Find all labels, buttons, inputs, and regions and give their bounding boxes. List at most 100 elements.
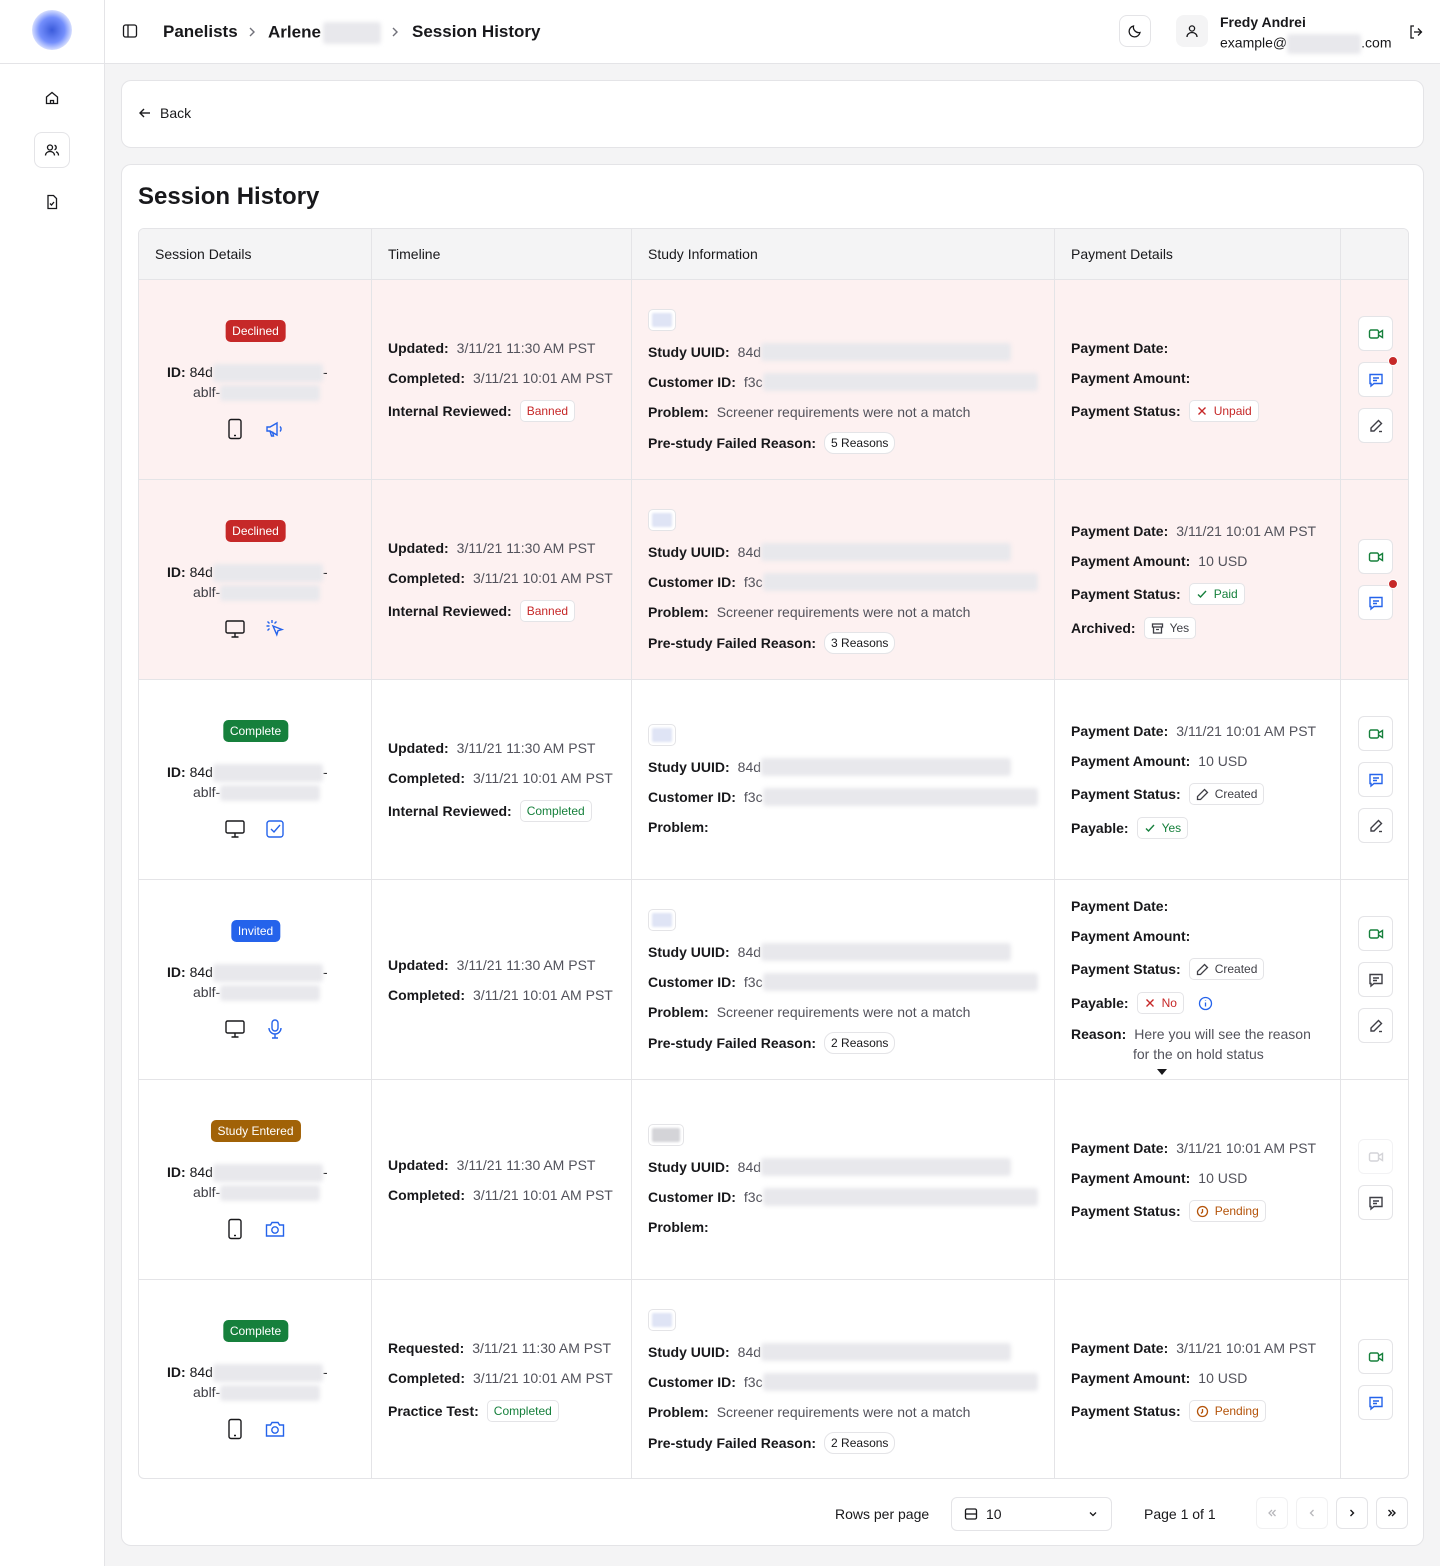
video-button[interactable] [1358, 539, 1393, 574]
updated-label: Updated: [388, 1157, 449, 1173]
completed-value: 3/11/21 10:01 AM PST [473, 370, 613, 386]
breadcrumb-panelists[interactable]: Panelists [163, 22, 238, 42]
redacted-id [212, 964, 323, 983]
last-page-button[interactable] [1376, 1497, 1408, 1529]
customer-id-prefix: f3c [743, 789, 763, 805]
session-id-line2: ablf- [193, 782, 321, 802]
nav-panelists[interactable] [34, 132, 70, 168]
avatar[interactable] [1176, 15, 1208, 47]
edit-icon [1369, 419, 1382, 432]
payment-date-line: Payment Date: 3/11/21 10:01 AM PST [1071, 521, 1316, 541]
study-uuid-prefix: 84d [737, 1159, 762, 1175]
session-id: ID: 84d - [167, 562, 328, 583]
study-information-cell: Study UUID: 84d Customer ID: f3c Problem: S… [632, 880, 1055, 1080]
archive-icon [1151, 622, 1163, 634]
video-button[interactable] [1358, 316, 1393, 351]
session-id-prefix: 84d [189, 764, 213, 780]
study-uuid-label: Study UUID: [648, 944, 730, 960]
session-id-label: ID: [167, 1364, 186, 1380]
reasons-badge[interactable]: 2 Reasons [824, 1432, 896, 1454]
session-history-card: Session History Session Details Timeline… [121, 164, 1424, 1546]
x-icon [1197, 407, 1206, 415]
study-information-cell: Study UUID: 84d Customer ID: f3c Problem: S… [632, 480, 1055, 680]
app-logo[interactable] [32, 10, 72, 50]
edit-payment-button[interactable] [1358, 1008, 1393, 1043]
problem-line: Problem: [648, 1217, 717, 1237]
payment-status-badge: Created [1188, 958, 1265, 980]
customer-id-label: Customer ID: [648, 574, 736, 590]
rows-per-page-select[interactable]: 10 [951, 1497, 1112, 1531]
video-button[interactable] [1358, 1139, 1393, 1174]
reasons-badge[interactable]: 5 Reasons [824, 432, 896, 454]
study-uuid-label: Study UUID: [648, 544, 730, 560]
caret-down-icon[interactable] [1157, 1069, 1167, 1075]
payment-status-badge: Pending [1188, 1200, 1266, 1222]
timeline-cell: Requested: 3/11/21 11:30 AM PST Completed… [372, 1280, 632, 1478]
payment-amount-value: 10 USD [1198, 753, 1248, 769]
message-button[interactable] [1358, 762, 1393, 797]
customer-id-line: Customer ID: f3c [648, 787, 1038, 807]
user-email-prefix: example@ [1220, 34, 1288, 51]
video-button[interactable] [1358, 916, 1393, 951]
problem-line: Problem: [648, 817, 717, 837]
status-badge: Declined [225, 520, 286, 542]
payment-status-value: Created [1214, 962, 1258, 976]
status-badge: Complete [222, 1320, 289, 1342]
customer-id-line: Customer ID: f3c [648, 372, 1038, 392]
chevron-right-icon [392, 27, 398, 37]
study-uuid-line: Study UUID: 84d [648, 1157, 1012, 1177]
rows-per-page-value: 10 [986, 1506, 1002, 1522]
payment-amount-line: Payment Amount: 10 USD [1071, 551, 1247, 571]
message-button[interactable] [1358, 362, 1393, 397]
info-icon[interactable] [1198, 996, 1213, 1011]
mobile-icon [226, 418, 244, 443]
back-button[interactable]: Back [138, 105, 191, 121]
back-label: Back [160, 105, 192, 121]
payment-amount-label: Payment Amount: [1071, 553, 1191, 569]
sidebar-toggle-button[interactable] [121, 22, 139, 43]
reasons-badge[interactable]: 2 Reasons [824, 1032, 896, 1054]
problem-value: Screener requirements were not a match [716, 404, 971, 420]
session-id-suffix: ablf- [193, 984, 221, 1000]
completed-value: 3/11/21 10:01 AM PST [473, 987, 613, 1003]
payment-status-value: Created [1214, 787, 1258, 801]
problem-value: Screener requirements were not a match [716, 1004, 971, 1020]
table-row: Complete ID: 84d - ablf- Requested: 3/11/2… [139, 1280, 1408, 1478]
first-page-button[interactable] [1256, 1497, 1288, 1529]
payable-value: No [1161, 996, 1177, 1010]
checkbox-icon [264, 818, 286, 843]
status-badge: Declined [225, 320, 286, 342]
message-button[interactable] [1358, 1385, 1393, 1420]
next-page-button[interactable] [1336, 1497, 1368, 1529]
redacted-customer-id [762, 1188, 1038, 1206]
session-details-cell: Declined ID: 84d - ablf- [139, 280, 372, 480]
session-id-label: ID: [167, 564, 186, 580]
message-button[interactable] [1358, 1185, 1393, 1220]
session-id-suffix: ablf- [193, 584, 221, 600]
redacted-id [220, 1185, 321, 1202]
updated-line: Updated: 3/11/21 11:30 AM PST [388, 738, 595, 758]
actions-cell [1341, 680, 1408, 880]
message-button[interactable] [1358, 962, 1393, 997]
microphone-icon [264, 1018, 286, 1043]
previous-page-button[interactable] [1296, 1497, 1328, 1529]
video-button[interactable] [1358, 716, 1393, 751]
mobile-icon [226, 1218, 244, 1243]
payment-status-badge: Unpaid [1188, 400, 1259, 422]
edit-payment-button[interactable] [1358, 408, 1393, 443]
chevrons-right-icon [1388, 1509, 1396, 1517]
session-id-line2: ablf- [193, 382, 321, 402]
nav-home[interactable] [34, 80, 70, 116]
reasons-badge[interactable]: 3 Reasons [824, 632, 896, 654]
internal-reviewed-line: Internal Reviewed: Completed [388, 800, 592, 822]
video-button[interactable] [1358, 1339, 1393, 1374]
nav-documents[interactable] [34, 184, 70, 220]
message-button[interactable] [1358, 585, 1393, 620]
edit-payment-button[interactable] [1358, 808, 1393, 843]
logout-button[interactable] [1407, 23, 1425, 44]
breadcrumb-panelist[interactable]: Arlene [268, 22, 381, 44]
table-header: Session Details Timeline Study Informati… [139, 229, 1408, 280]
payment-status-label: Payment Status: [1071, 1403, 1181, 1419]
theme-toggle-button[interactable] [1119, 15, 1151, 47]
completed-label: Completed: [388, 570, 465, 586]
